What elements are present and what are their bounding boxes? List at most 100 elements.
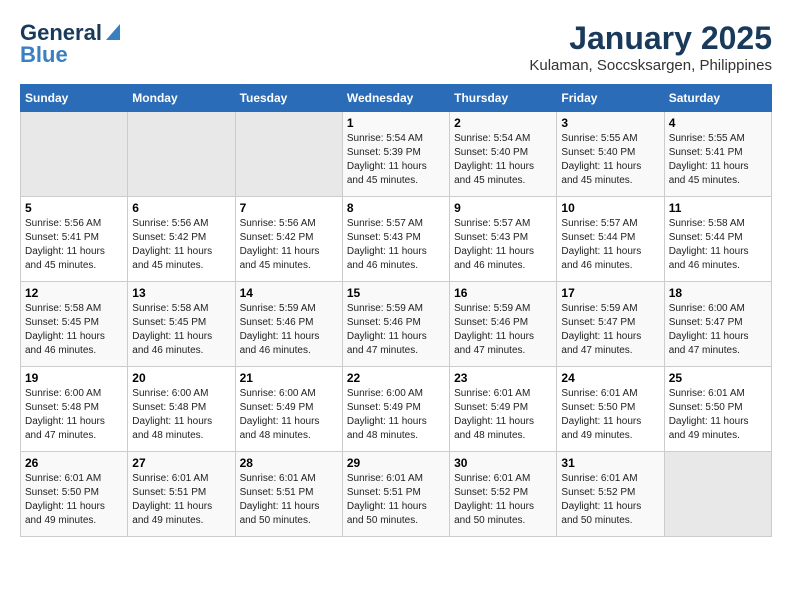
day-info: Sunrise: 6:01 AMSunset: 5:50 PMDaylight:… — [669, 387, 767, 443]
day-number: 13 — [132, 286, 230, 300]
day-number: 30 — [454, 456, 552, 470]
day-info: Sunrise: 6:01 AMSunset: 5:51 PMDaylight:… — [240, 472, 338, 528]
week-row-5: 26 Sunrise: 6:01 AMSunset: 5:50 PMDayligh… — [21, 452, 772, 537]
day-info: Sunrise: 5:56 AMSunset: 5:41 PMDaylight:… — [25, 217, 123, 273]
day-cell: 1 Sunrise: 5:54 AMSunset: 5:39 PMDaylight… — [342, 112, 449, 197]
day-number: 19 — [25, 371, 123, 385]
day-cell: 23 Sunrise: 6:01 AMSunset: 5:49 PMDayligh… — [450, 367, 557, 452]
header-wednesday: Wednesday — [342, 85, 449, 112]
logo-triangle-icon — [102, 24, 120, 42]
day-cell: 25 Sunrise: 6:01 AMSunset: 5:50 PMDayligh… — [664, 367, 771, 452]
day-cell: 6 Sunrise: 5:56 AMSunset: 5:42 PMDaylight… — [128, 197, 235, 282]
day-number: 18 — [669, 286, 767, 300]
day-cell: 17Sunrise: 5:59 AMSunset: 5:47 PMDayligh… — [557, 282, 664, 367]
header-sunday: Sunday — [21, 85, 128, 112]
calendar-header-row: SundayMondayTuesdayWednesdayThursdayFrid… — [21, 85, 772, 112]
day-number: 1 — [347, 116, 445, 130]
day-info: Sunrise: 5:59 AMSunset: 5:46 PMDaylight:… — [454, 302, 552, 358]
day-number: 28 — [240, 456, 338, 470]
day-info: Sunrise: 6:00 AMSunset: 5:47 PMDaylight:… — [669, 302, 767, 358]
day-number: 6 — [132, 201, 230, 215]
day-number: 26 — [25, 456, 123, 470]
day-info: Sunrise: 5:55 AMSunset: 5:40 PMDaylight:… — [561, 132, 659, 188]
day-info: Sunrise: 5:57 AMSunset: 5:44 PMDaylight:… — [561, 217, 659, 273]
header-friday: Friday — [557, 85, 664, 112]
day-info: Sunrise: 5:57 AMSunset: 5:43 PMDaylight:… — [454, 217, 552, 273]
day-number: 31 — [561, 456, 659, 470]
day-cell: 4Sunrise: 5:55 AMSunset: 5:41 PMDaylight… — [664, 112, 771, 197]
week-row-4: 19 Sunrise: 6:00 AMSunset: 5:48 PMDayligh… — [21, 367, 772, 452]
day-cell: 14Sunrise: 5:59 AMSunset: 5:46 PMDayligh… — [235, 282, 342, 367]
day-info: Sunrise: 6:00 AMSunset: 5:49 PMDaylight:… — [347, 387, 445, 443]
day-info: Sunrise: 6:01 AMSunset: 5:52 PMDaylight:… — [561, 472, 659, 528]
day-cell: 26 Sunrise: 6:01 AMSunset: 5:50 PMDayligh… — [21, 452, 128, 537]
day-cell: 16 Sunrise: 5:59 AMSunset: 5:46 PMDayligh… — [450, 282, 557, 367]
day-number: 20 — [132, 371, 230, 385]
day-number: 3 — [561, 116, 659, 130]
day-number: 5 — [25, 201, 123, 215]
day-cell: 2Sunrise: 5:54 AMSunset: 5:40 PMDaylight… — [450, 112, 557, 197]
day-number: 22 — [347, 371, 445, 385]
day-info: Sunrise: 6:01 AMSunset: 5:49 PMDaylight:… — [454, 387, 552, 443]
day-number: 23 — [454, 371, 552, 385]
week-row-1: 1 Sunrise: 5:54 AMSunset: 5:39 PMDaylight… — [21, 112, 772, 197]
day-info: Sunrise: 5:59 AMSunset: 5:46 PMDaylight:… — [347, 302, 445, 358]
day-number: 9 — [454, 201, 552, 215]
day-info: Sunrise: 6:00 AMSunset: 5:48 PMDaylight:… — [25, 387, 123, 443]
day-info: Sunrise: 6:00 AMSunset: 5:49 PMDaylight:… — [240, 387, 338, 443]
day-info: Sunrise: 5:56 AMSunset: 5:42 PMDaylight:… — [132, 217, 230, 273]
day-number: 10 — [561, 201, 659, 215]
day-number: 25 — [669, 371, 767, 385]
day-cell: 20 Sunrise: 6:00 AMSunset: 5:48 PMDayligh… — [128, 367, 235, 452]
day-cell: 18 Sunrise: 6:00 AMSunset: 5:47 PMDayligh… — [664, 282, 771, 367]
day-number: 21 — [240, 371, 338, 385]
day-cell: 28 Sunrise: 6:01 AMSunset: 5:51 PMDayligh… — [235, 452, 342, 537]
logo-blue: Blue — [20, 42, 68, 68]
day-number: 8 — [347, 201, 445, 215]
day-cell: 8 Sunrise: 5:57 AMSunset: 5:43 PMDaylight… — [342, 197, 449, 282]
day-cell: 30Sunrise: 6:01 AMSunset: 5:52 PMDayligh… — [450, 452, 557, 537]
day-cell: 27 Sunrise: 6:01 AMSunset: 5:51 PMDayligh… — [128, 452, 235, 537]
day-cell: 7Sunrise: 5:56 AMSunset: 5:42 PMDaylight… — [235, 197, 342, 282]
day-cell: 9 Sunrise: 5:57 AMSunset: 5:43 PMDaylight… — [450, 197, 557, 282]
title-section: January 2025 Kulaman, Soccsksargen, Phil… — [529, 20, 772, 74]
day-info: Sunrise: 5:54 AMSunset: 5:40 PMDaylight:… — [454, 132, 552, 188]
header-thursday: Thursday — [450, 85, 557, 112]
week-row-3: 12 Sunrise: 5:58 AMSunset: 5:45 PMDayligh… — [21, 282, 772, 367]
day-cell: 24Sunrise: 6:01 AMSunset: 5:50 PMDayligh… — [557, 367, 664, 452]
day-number: 29 — [347, 456, 445, 470]
header-monday: Monday — [128, 85, 235, 112]
day-info: Sunrise: 5:59 AMSunset: 5:47 PMDaylight:… — [561, 302, 659, 358]
day-number: 24 — [561, 371, 659, 385]
week-row-2: 5 Sunrise: 5:56 AMSunset: 5:41 PMDaylight… — [21, 197, 772, 282]
day-cell: 31 Sunrise: 6:01 AMSunset: 5:52 PMDayligh… — [557, 452, 664, 537]
day-cell: 10 Sunrise: 5:57 AMSunset: 5:44 PMDayligh… — [557, 197, 664, 282]
day-number: 27 — [132, 456, 230, 470]
day-cell: 3 Sunrise: 5:55 AMSunset: 5:40 PMDaylight… — [557, 112, 664, 197]
day-cell — [235, 112, 342, 197]
day-cell: 22 Sunrise: 6:00 AMSunset: 5:49 PMDayligh… — [342, 367, 449, 452]
day-number: 15 — [347, 286, 445, 300]
day-cell — [664, 452, 771, 537]
day-number: 12 — [25, 286, 123, 300]
logo: General Blue — [20, 20, 120, 68]
day-info: Sunrise: 5:54 AMSunset: 5:39 PMDaylight:… — [347, 132, 445, 188]
page-title: January 2025 — [529, 20, 772, 57]
day-info: Sunrise: 6:00 AMSunset: 5:48 PMDaylight:… — [132, 387, 230, 443]
day-number: 4 — [669, 116, 767, 130]
day-cell: 21 Sunrise: 6:00 AMSunset: 5:49 PMDayligh… — [235, 367, 342, 452]
day-cell: 13Sunrise: 5:58 AMSunset: 5:45 PMDayligh… — [128, 282, 235, 367]
day-number: 11 — [669, 201, 767, 215]
day-info: Sunrise: 6:01 AMSunset: 5:51 PMDaylight:… — [132, 472, 230, 528]
page-subtitle: Kulaman, Soccsksargen, Philippines — [529, 57, 772, 74]
day-cell: 5 Sunrise: 5:56 AMSunset: 5:41 PMDaylight… — [21, 197, 128, 282]
day-cell — [21, 112, 128, 197]
day-info: Sunrise: 5:57 AMSunset: 5:43 PMDaylight:… — [347, 217, 445, 273]
header-saturday: Saturday — [664, 85, 771, 112]
day-cell: 12 Sunrise: 5:58 AMSunset: 5:45 PMDayligh… — [21, 282, 128, 367]
day-number: 16 — [454, 286, 552, 300]
day-info: Sunrise: 6:01 AMSunset: 5:50 PMDaylight:… — [25, 472, 123, 528]
day-info: Sunrise: 5:58 AMSunset: 5:44 PMDaylight:… — [669, 217, 767, 273]
day-info: Sunrise: 5:58 AMSunset: 5:45 PMDaylight:… — [25, 302, 123, 358]
day-cell — [128, 112, 235, 197]
